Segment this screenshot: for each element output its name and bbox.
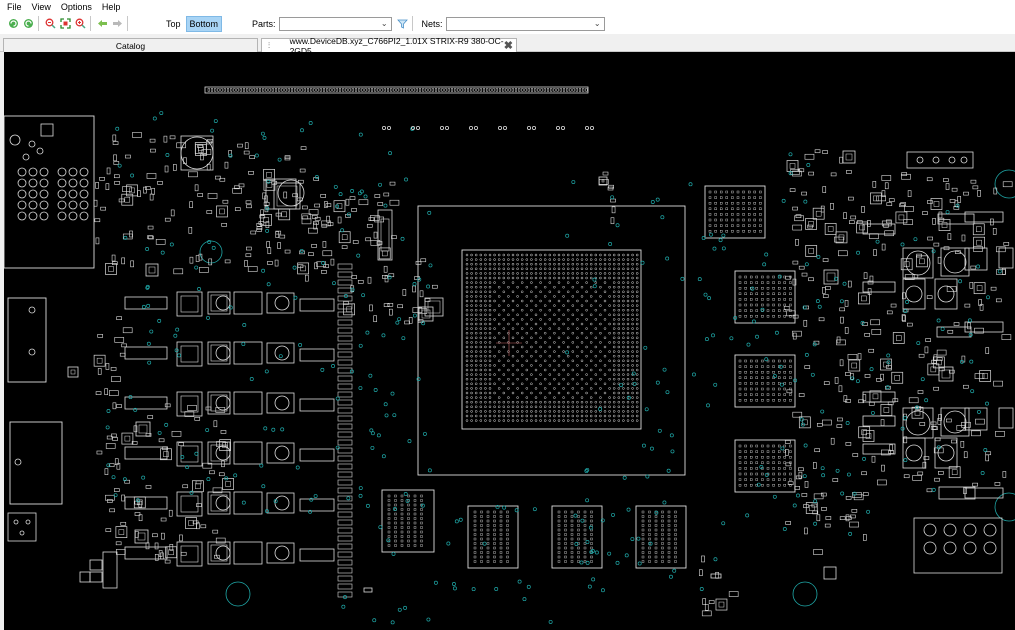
- tab-board[interactable]: ⫶ www.DeviceDB.xyz_C766PI2_1.01X STRIX-R…: [261, 36, 517, 56]
- tab-catalog[interactable]: Catalog: [3, 38, 258, 52]
- pin-icon: ⫶: [268, 40, 270, 50]
- chevron-down-icon: ⌄: [380, 18, 388, 28]
- parts-label: Parts:: [252, 18, 276, 29]
- toolbar-separator: [127, 16, 128, 31]
- menu-bar: File View Options Help: [0, 0, 1015, 13]
- tab-catalog-label: Catalog: [115, 40, 146, 51]
- zoom-in-icon[interactable]: [74, 17, 87, 30]
- toolbar: Top Bottom Parts: ⌄ Nets: ⌄: [0, 13, 1015, 34]
- tab-bar: Catalog ⫶ www.DeviceDB.xyz_C766PI2_1.01X…: [0, 36, 1015, 56]
- menu-help[interactable]: Help: [102, 2, 121, 12]
- zoom-fit-icon[interactable]: [59, 17, 72, 30]
- pcb-board-view[interactable]: [4, 52, 1015, 630]
- layer-top-button[interactable]: Top: [163, 17, 184, 31]
- boardviewer-window: File View Options Help Top Bottom Parts:…: [0, 0, 1015, 630]
- forward-arrow-icon[interactable]: [111, 17, 124, 30]
- close-icon[interactable]: ✖: [504, 39, 513, 52]
- nets-label: Nets:: [421, 18, 443, 29]
- zoom-out-icon[interactable]: [44, 17, 57, 30]
- layer-bottom-button[interactable]: Bottom: [185, 15, 223, 32]
- menu-options[interactable]: Options: [61, 2, 92, 12]
- toolbar-separator: [38, 16, 39, 31]
- menu-view[interactable]: View: [32, 2, 51, 12]
- back-arrow-icon[interactable]: [96, 17, 109, 30]
- toolbar-separator: [411, 16, 413, 31]
- board-canvas[interactable]: [4, 52, 1015, 630]
- clear-filter-icon[interactable]: [396, 17, 409, 30]
- menu-file[interactable]: File: [7, 2, 22, 12]
- toolbar-separator: [90, 16, 91, 31]
- rotate-right-icon[interactable]: [22, 17, 35, 30]
- rotate-left-icon[interactable]: [7, 17, 20, 30]
- parts-combo[interactable]: ⌄: [278, 16, 392, 31]
- pcb-components: [4, 86, 1015, 625]
- nets-combo[interactable]: ⌄: [445, 16, 605, 31]
- chevron-down-icon: ⌄: [593, 18, 601, 28]
